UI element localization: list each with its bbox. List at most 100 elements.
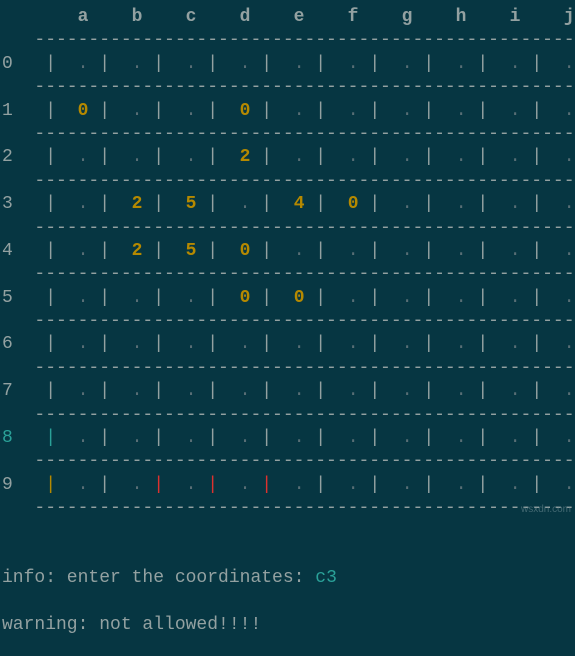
cell-8-c[interactable]: . (164, 428, 196, 448)
cell-0-e[interactable]: . (272, 54, 304, 74)
cell-3-c[interactable]: 5 (164, 194, 196, 214)
cell-8-e[interactable]: . (272, 428, 304, 448)
cell-7-f[interactable]: . (326, 381, 358, 401)
cell-0-c[interactable]: . (164, 54, 196, 74)
cell-5-g[interactable]: . (380, 288, 412, 308)
cell-5-h[interactable]: . (434, 288, 466, 308)
cell-4-c[interactable]: 5 (164, 241, 196, 261)
cell-1-i[interactable]: . (488, 101, 520, 121)
cell-9-a[interactable]: . (56, 475, 88, 495)
cell-8-f[interactable]: . (326, 428, 358, 448)
cell-3-g[interactable]: . (380, 194, 412, 214)
cell-2-h[interactable]: . (434, 147, 466, 167)
cell-3-j[interactable]: . (542, 194, 574, 214)
cell-2-d[interactable]: 2 (218, 147, 250, 167)
cell-1-f[interactable]: . (326, 101, 358, 121)
cell-9-d[interactable]: . (218, 475, 250, 495)
cell-0-g[interactable]: . (380, 54, 412, 74)
cell-2-i[interactable]: . (488, 147, 520, 167)
cell-3-i[interactable]: . (488, 194, 520, 214)
cell-6-g[interactable]: . (380, 334, 412, 354)
cell-7-i[interactable]: . (488, 381, 520, 401)
cell-5-a[interactable]: . (56, 288, 88, 308)
cell-9-h[interactable]: . (434, 475, 466, 495)
cell-3-e[interactable]: 4 (272, 194, 304, 214)
cell-4-g[interactable]: . (380, 241, 412, 261)
cell-8-b[interactable]: . (110, 428, 142, 448)
cell-2-e[interactable]: . (272, 147, 304, 167)
cell-6-c[interactable]: . (164, 334, 196, 354)
cell-7-a[interactable]: . (56, 381, 88, 401)
cell-7-b[interactable]: . (110, 381, 142, 401)
cell-9-f[interactable]: . (326, 475, 358, 495)
cell-4-e[interactable]: . (272, 241, 304, 261)
cell-3-d[interactable]: . (218, 194, 250, 214)
cell-1-a[interactable]: 0 (56, 101, 88, 121)
cell-6-a[interactable]: . (56, 334, 88, 354)
cell-7-d[interactable]: . (218, 381, 250, 401)
cell-9-g[interactable]: . (380, 475, 412, 495)
cell-2-b[interactable]: . (110, 147, 142, 167)
cell-4-f[interactable]: . (326, 241, 358, 261)
cell-7-j[interactable]: . (542, 381, 574, 401)
cell-0-b[interactable]: . (110, 54, 142, 74)
cell-0-a[interactable]: . (56, 54, 88, 74)
cell-2-c[interactable]: . (164, 147, 196, 167)
cell-1-b[interactable]: . (110, 101, 142, 121)
cell-8-d[interactable]: . (218, 428, 250, 448)
cell-2-a[interactable]: . (56, 147, 88, 167)
cell-8-j[interactable]: . (542, 428, 574, 448)
cell-7-e[interactable]: . (272, 381, 304, 401)
cell-7-c[interactable]: . (164, 381, 196, 401)
cell-6-e[interactable]: . (272, 334, 304, 354)
cell-4-h[interactable]: . (434, 241, 466, 261)
cell-8-h[interactable]: . (434, 428, 466, 448)
cell-0-f[interactable]: . (326, 54, 358, 74)
cell-9-e[interactable]: . (272, 475, 304, 495)
cell-5-c[interactable]: . (164, 288, 196, 308)
cell-1-g[interactable]: . (380, 101, 412, 121)
cell-5-b[interactable]: . (110, 288, 142, 308)
cell-9-i[interactable]: . (488, 475, 520, 495)
cell-8-g[interactable]: . (380, 428, 412, 448)
cell-4-d[interactable]: 0 (218, 241, 250, 261)
cell-5-f[interactable]: . (326, 288, 358, 308)
cell-6-d[interactable]: . (218, 334, 250, 354)
cell-8-i[interactable]: . (488, 428, 520, 448)
cell-1-d[interactable]: 0 (218, 101, 250, 121)
cell-5-e[interactable]: 0 (272, 288, 304, 308)
cell-3-a[interactable]: . (56, 194, 88, 214)
cell-1-j[interactable]: . (542, 101, 574, 121)
cell-4-j[interactable]: . (542, 241, 574, 261)
cell-2-f[interactable]: . (326, 147, 358, 167)
cell-1-h[interactable]: . (434, 101, 466, 121)
cell-1-e[interactable]: . (272, 101, 304, 121)
cell-6-b[interactable]: . (110, 334, 142, 354)
cell-0-d[interactable]: . (218, 54, 250, 74)
cell-9-j[interactable]: . (542, 475, 574, 495)
cell-9-c[interactable]: . (164, 475, 196, 495)
cell-7-g[interactable]: . (380, 381, 412, 401)
cell-8-a[interactable]: . (56, 428, 88, 448)
cell-0-h[interactable]: . (434, 54, 466, 74)
cell-6-j[interactable]: . (542, 334, 574, 354)
cell-6-h[interactable]: . (434, 334, 466, 354)
cell-5-d[interactable]: 0 (218, 288, 250, 308)
cell-3-f[interactable]: 0 (326, 194, 358, 214)
cell-7-h[interactable]: . (434, 381, 466, 401)
coordinate-input[interactable]: c3 (315, 568, 337, 588)
cell-4-i[interactable]: . (488, 241, 520, 261)
cell-3-h[interactable]: . (434, 194, 466, 214)
cell-0-j[interactable]: . (542, 54, 574, 74)
cell-9-b[interactable]: . (110, 475, 142, 495)
cell-1-c[interactable]: . (164, 101, 196, 121)
cell-0-i[interactable]: . (488, 54, 520, 74)
cell-2-j[interactable]: . (542, 147, 574, 167)
cell-5-i[interactable]: . (488, 288, 520, 308)
cell-3-b[interactable]: 2 (110, 194, 142, 214)
cell-2-g[interactable]: . (380, 147, 412, 167)
cell-4-b[interactable]: 2 (110, 241, 142, 261)
cell-6-f[interactable]: . (326, 334, 358, 354)
cell-4-a[interactable]: . (56, 241, 88, 261)
cell-5-j[interactable]: . (542, 288, 574, 308)
